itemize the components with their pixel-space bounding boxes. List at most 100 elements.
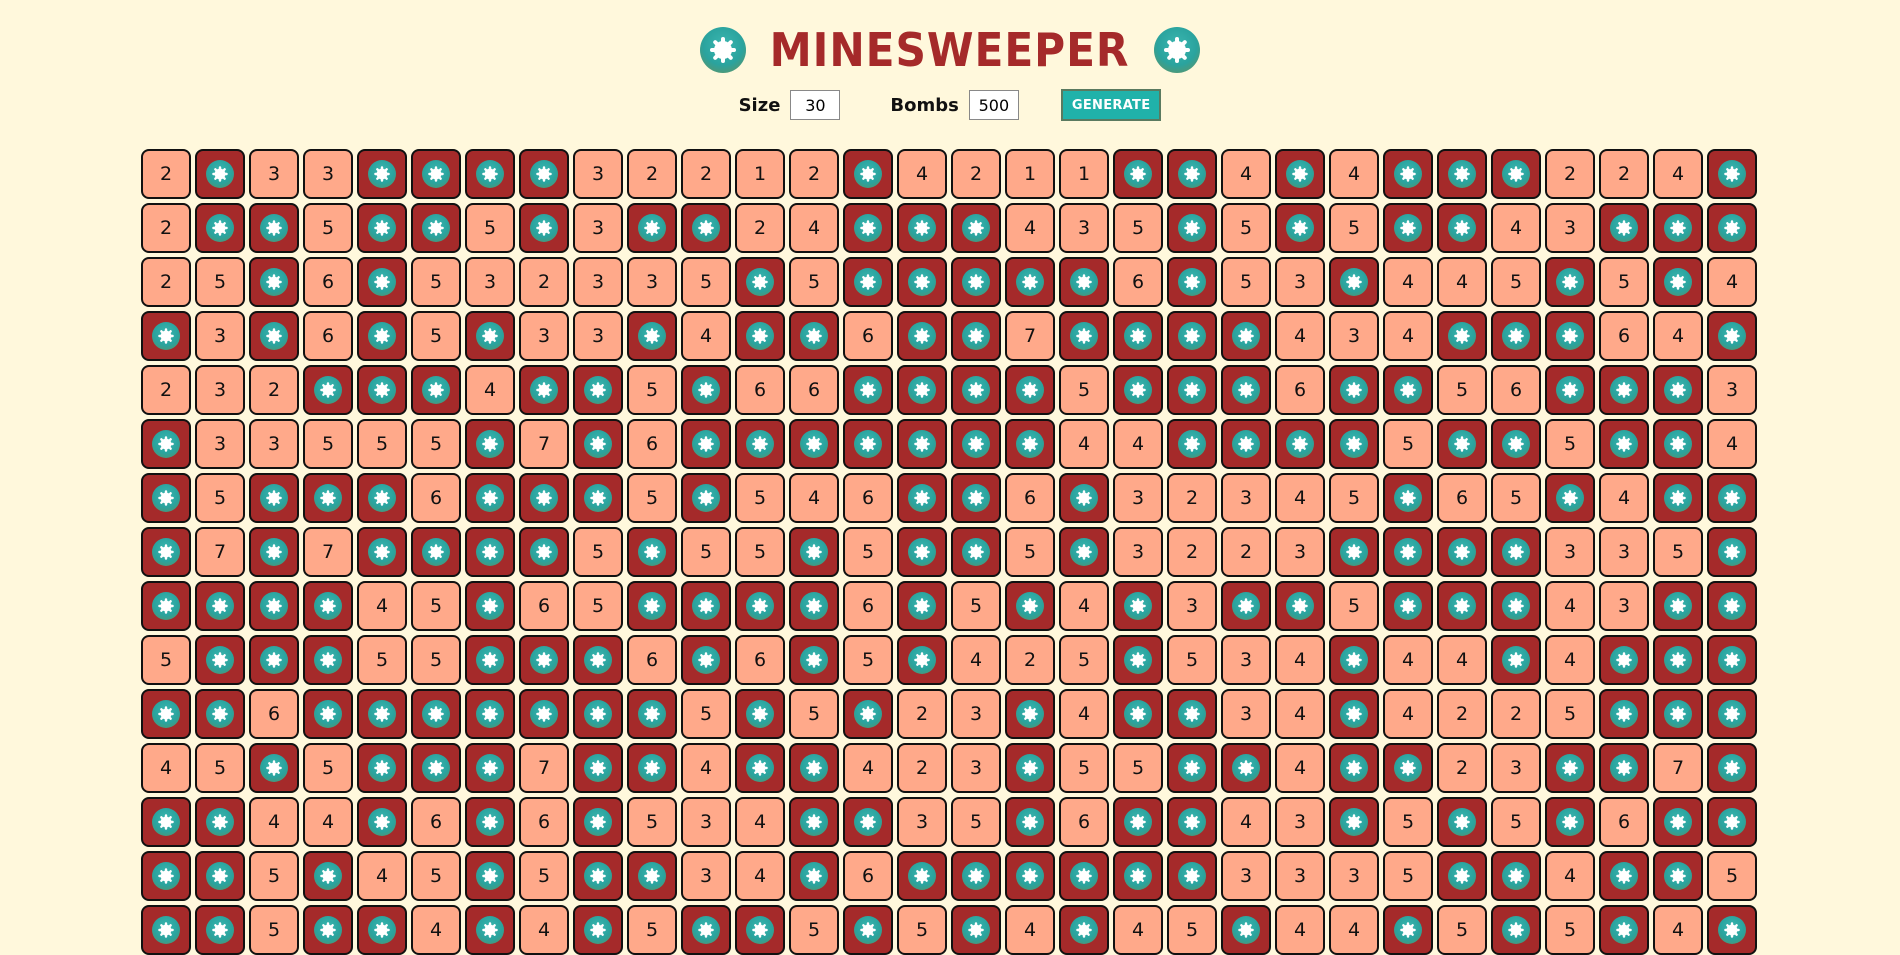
number-cell[interactable]: 6 [411, 797, 461, 847]
number-cell[interactable]: 2 [897, 689, 947, 739]
number-cell[interactable]: 3 [249, 419, 299, 469]
number-cell[interactable]: 3 [1221, 689, 1271, 739]
mine-cell[interactable] [1707, 149, 1757, 199]
number-cell[interactable]: 4 [843, 743, 893, 793]
number-cell[interactable]: 6 [1491, 365, 1541, 415]
mine-cell[interactable] [141, 797, 191, 847]
number-cell[interactable]: 4 [1653, 311, 1703, 361]
mine-cell[interactable] [1545, 311, 1595, 361]
mine-cell[interactable] [627, 311, 677, 361]
number-cell[interactable]: 4 [789, 203, 839, 253]
number-cell[interactable]: 4 [681, 311, 731, 361]
number-cell[interactable]: 4 [897, 149, 947, 199]
number-cell[interactable]: 5 [249, 851, 299, 901]
number-cell[interactable]: 3 [195, 311, 245, 361]
number-cell[interactable]: 5 [1545, 419, 1595, 469]
mine-cell[interactable] [195, 203, 245, 253]
mine-cell[interactable] [1437, 527, 1487, 577]
number-cell[interactable]: 5 [573, 527, 623, 577]
mine-cell[interactable] [1059, 905, 1109, 955]
number-cell[interactable]: 2 [1437, 689, 1487, 739]
mine-cell[interactable] [1653, 203, 1703, 253]
mine-cell[interactable] [465, 419, 515, 469]
mine-cell[interactable] [573, 419, 623, 469]
number-cell[interactable]: 4 [1329, 149, 1379, 199]
mine-cell[interactable] [1707, 743, 1757, 793]
mine-cell[interactable] [951, 257, 1001, 307]
mine-cell[interactable] [951, 851, 1001, 901]
mine-cell[interactable] [627, 851, 677, 901]
mine-cell[interactable] [1005, 257, 1055, 307]
mine-cell[interactable] [465, 473, 515, 523]
mine-cell[interactable] [465, 581, 515, 631]
number-cell[interactable]: 5 [789, 689, 839, 739]
mine-cell[interactable] [681, 203, 731, 253]
number-cell[interactable]: 4 [1275, 743, 1325, 793]
mine-cell[interactable] [465, 149, 515, 199]
number-cell[interactable]: 7 [195, 527, 245, 577]
number-cell[interactable]: 5 [411, 311, 461, 361]
mine-cell[interactable] [141, 419, 191, 469]
number-cell[interactable]: 5 [1167, 635, 1217, 685]
mine-cell[interactable] [627, 527, 677, 577]
mine-cell[interactable] [1707, 635, 1757, 685]
mine-cell[interactable] [843, 203, 893, 253]
number-cell[interactable]: 6 [1113, 257, 1163, 307]
number-cell[interactable]: 5 [357, 419, 407, 469]
mine-cell[interactable] [303, 851, 353, 901]
number-cell[interactable]: 5 [411, 419, 461, 469]
number-cell[interactable]: 6 [627, 635, 677, 685]
number-cell[interactable]: 5 [627, 473, 677, 523]
mine-cell[interactable] [1167, 149, 1217, 199]
mine-cell[interactable] [1059, 527, 1109, 577]
mine-cell[interactable] [843, 797, 893, 847]
mine-cell[interactable] [789, 635, 839, 685]
number-cell[interactable]: 4 [1437, 257, 1487, 307]
number-cell[interactable]: 3 [573, 257, 623, 307]
mine-cell[interactable] [681, 419, 731, 469]
mine-cell[interactable] [1221, 365, 1271, 415]
number-cell[interactable]: 4 [519, 905, 569, 955]
number-cell[interactable]: 6 [303, 257, 353, 307]
number-cell[interactable]: 4 [303, 797, 353, 847]
number-cell[interactable]: 5 [411, 257, 461, 307]
mine-cell[interactable] [1005, 743, 1055, 793]
number-cell[interactable]: 3 [627, 257, 677, 307]
mine-cell[interactable] [951, 473, 1001, 523]
mine-cell[interactable] [519, 635, 569, 685]
mine-cell[interactable] [249, 311, 299, 361]
mine-cell[interactable] [1599, 419, 1649, 469]
mine-cell[interactable] [789, 419, 839, 469]
mine-cell[interactable] [465, 797, 515, 847]
mine-cell[interactable] [1707, 311, 1757, 361]
number-cell[interactable]: 2 [1221, 527, 1271, 577]
number-cell[interactable]: 3 [1329, 851, 1379, 901]
number-cell[interactable]: 6 [1059, 797, 1109, 847]
number-cell[interactable]: 5 [1059, 635, 1109, 685]
mine-cell[interactable] [195, 851, 245, 901]
number-cell[interactable]: 5 [195, 743, 245, 793]
number-cell[interactable]: 4 [1113, 419, 1163, 469]
number-cell[interactable]: 4 [1545, 635, 1595, 685]
number-cell[interactable]: 5 [1383, 419, 1433, 469]
number-cell[interactable]: 2 [735, 203, 785, 253]
number-cell[interactable]: 6 [735, 365, 785, 415]
mine-cell[interactable] [1599, 743, 1649, 793]
mine-cell[interactable] [1167, 203, 1217, 253]
mine-cell[interactable] [141, 311, 191, 361]
number-cell[interactable]: 5 [627, 365, 677, 415]
number-cell[interactable]: 4 [411, 905, 461, 955]
mine-cell[interactable] [1437, 149, 1487, 199]
mine-cell[interactable] [1491, 419, 1541, 469]
number-cell[interactable]: 3 [681, 797, 731, 847]
mine-cell[interactable] [195, 689, 245, 739]
mine-cell[interactable] [1005, 419, 1055, 469]
number-cell[interactable]: 5 [735, 527, 785, 577]
number-cell[interactable]: 3 [1275, 851, 1325, 901]
mine-cell[interactable] [1167, 797, 1217, 847]
number-cell[interactable]: 2 [1005, 635, 1055, 685]
mine-cell[interactable] [1059, 311, 1109, 361]
number-cell[interactable]: 2 [1437, 743, 1487, 793]
mine-cell[interactable] [1707, 473, 1757, 523]
mine-cell[interactable] [519, 365, 569, 415]
